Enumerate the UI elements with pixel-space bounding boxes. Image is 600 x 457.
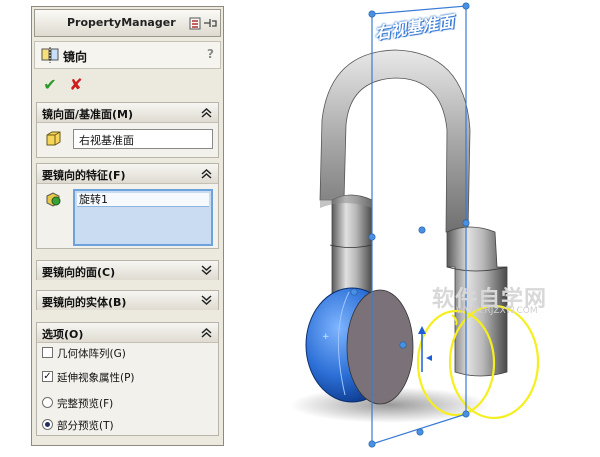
options-header[interactable]: 选项(O) [37,323,218,343]
feature-title-row: 镜向 ? [34,41,221,69]
watermark-url: WWW.RJZXW.COM [456,306,538,316]
features-list[interactable]: 旋转1 [73,189,213,246]
faces-header-label: 要镜向的面(C) [42,266,116,279]
full-preview-radio[interactable] [42,397,53,408]
bodies-header[interactable]: 要镜向的实体(B) [37,291,218,310]
geometry-pattern-checkbox[interactable] [42,347,53,358]
plane-icon [46,131,61,146]
chevron-down-icon[interactable] [199,262,214,278]
partial-preview-label: 部分预览(T) [57,420,114,432]
features-group: 要镜向的特征(F) 旋转1 [36,163,219,249]
svg-text:+: + [322,332,330,342]
mirror-plane-input[interactable]: 右视基准面 [73,129,213,149]
geometry-pattern-label: 几何体阵列(G) [57,348,126,360]
help-button[interactable]: ? [207,47,214,61]
chevron-up-icon[interactable] [199,324,214,340]
list-item[interactable]: 旋转1 [77,193,209,207]
full-preview-label: 完整预览(F) [57,398,114,410]
mirror-plane-value: 右视基准面 [79,134,134,147]
bodies-group: 要镜向的实体(B) [36,290,219,310]
faces-header[interactable]: 要镜向的面(C) [37,261,218,280]
pin-icon[interactable] [189,16,217,31]
feature-title: 镜向 [63,50,88,64]
cancel-button[interactable]: ✘ [66,75,86,95]
options-header-label: 选项(O) [42,328,84,341]
propagate-visual-label: 延伸视象属性(P) [57,372,135,384]
features-header-label: 要镜向的特征(F) [42,169,126,182]
features-header[interactable]: 要镜向的特征(F) [37,164,218,184]
property-manager-title: PropertyManager [67,16,176,29]
chevron-down-icon[interactable] [199,292,214,308]
chevron-up-icon[interactable] [199,165,214,181]
ok-cancel-row: ✔ ✘ [40,75,92,95]
mirror-plane-group: 镜向面/基准面(M) 右视基准面 [36,102,219,158]
mirror-feature-icon [41,47,59,63]
faces-group: 要镜向的面(C) [36,260,219,280]
feature-icon [46,192,61,207]
propagate-visual-checkbox[interactable]: ✓ [42,371,53,382]
chevron-up-icon[interactable] [199,104,214,120]
mirror-plane-header-label: 镜向面/基准面(M) [42,108,134,121]
mirror-plane-header[interactable]: 镜向面/基准面(M) [37,103,218,123]
graphics-area[interactable]: + [224,0,600,457]
bodies-header-label: 要镜向的实体(B) [42,296,127,309]
partial-preview-radio[interactable] [42,419,53,430]
ok-button[interactable]: ✔ [40,75,60,95]
property-manager-header: PropertyManager [34,9,221,37]
